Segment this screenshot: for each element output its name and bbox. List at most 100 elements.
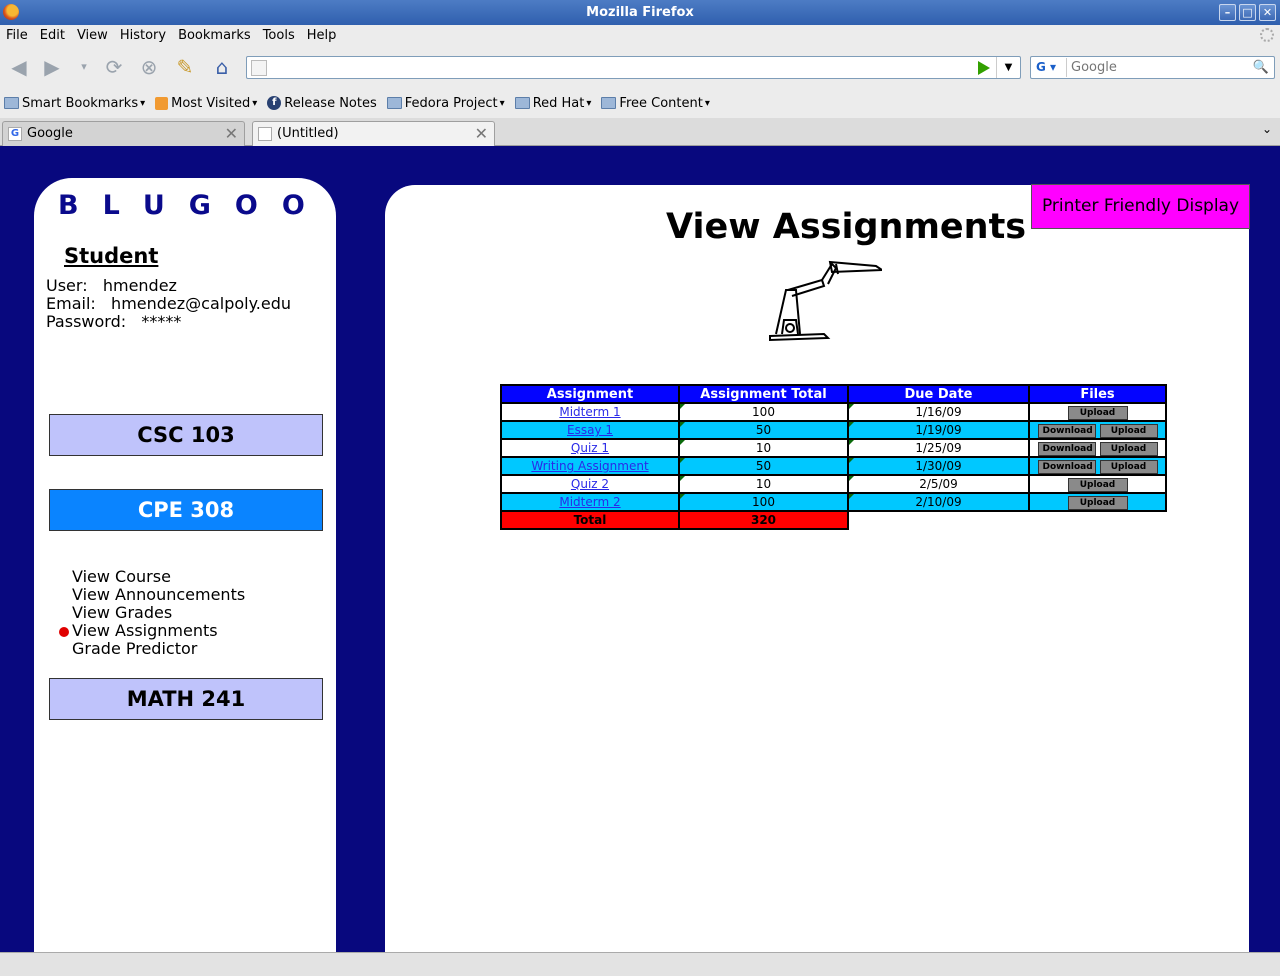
due-date-cell: 1/16/09 bbox=[847, 402, 1030, 422]
menu-bookmarks[interactable]: Bookmarks bbox=[172, 28, 257, 43]
reload-icon[interactable]: ⟳ bbox=[102, 55, 126, 79]
new-bookmark-icon[interactable]: ✎ bbox=[173, 55, 197, 79]
menu-file[interactable]: File bbox=[0, 28, 34, 43]
forward-icon[interactable]: ▶ bbox=[40, 55, 64, 79]
active-indicator-icon bbox=[59, 627, 69, 637]
header-files: Files bbox=[1028, 384, 1167, 404]
printer-friendly-button[interactable]: Printer Friendly Display bbox=[1031, 184, 1250, 229]
menu-tools[interactable]: Tools bbox=[257, 28, 301, 43]
menu-grade-predictor[interactable]: Grade Predictor bbox=[72, 640, 245, 658]
upload-button[interactable]: Upload bbox=[1067, 406, 1128, 420]
assignment-link[interactable]: Midterm 2 bbox=[559, 495, 620, 509]
history-dropdown-icon[interactable]: ▾ bbox=[72, 55, 96, 79]
assignment-link[interactable]: Writing Assignment bbox=[531, 459, 648, 473]
assignment-cell: Essay 1 bbox=[500, 420, 680, 440]
bookmark-release-notes[interactable]: f Release Notes bbox=[267, 96, 377, 111]
close-tab-icon[interactable]: ✕ bbox=[225, 122, 238, 145]
bookmark-red-hat[interactable]: Red Hat ▾ bbox=[514, 96, 592, 111]
menu-view-grades[interactable]: View Grades bbox=[72, 604, 245, 622]
go-arrow-icon[interactable] bbox=[978, 61, 990, 75]
download-button[interactable]: Download bbox=[1037, 460, 1096, 474]
assignment-cell: Writing Assignment bbox=[500, 456, 680, 476]
menu-view-course[interactable]: View Course bbox=[72, 568, 245, 586]
table-row: Midterm 2 100 2/10/09 Upload bbox=[500, 492, 1167, 512]
files-cell: Upload bbox=[1028, 492, 1167, 512]
close-window-button[interactable]: ✕ bbox=[1259, 4, 1276, 21]
assignment-cell: Midterm 1 bbox=[500, 402, 680, 422]
menu-edit[interactable]: Edit bbox=[34, 28, 71, 43]
header-due-date: Due Date bbox=[847, 384, 1030, 404]
password-label: Password: bbox=[46, 312, 127, 331]
maximize-button[interactable]: □ bbox=[1239, 4, 1256, 21]
table-row: Writing Assignment 50 1/30/09 Download Up… bbox=[500, 456, 1167, 476]
upload-button[interactable]: Upload bbox=[1067, 496, 1128, 510]
assignments-table: Assignment Assignment Total Due Date Fil… bbox=[500, 384, 1167, 530]
tab-strip: G Google ✕ (Untitled) ✕ ⌄ bbox=[0, 118, 1280, 147]
close-tab-icon[interactable]: ✕ bbox=[475, 122, 488, 145]
due-date-cell: 2/5/09 bbox=[847, 474, 1030, 494]
search-input[interactable] bbox=[1071, 59, 1251, 76]
total-cell: 10 bbox=[678, 438, 849, 458]
folder-icon bbox=[4, 97, 19, 109]
menu-view-assignments[interactable]: View Assignments bbox=[59, 622, 245, 640]
due-date-cell: 1/30/09 bbox=[847, 456, 1030, 476]
google-favicon-icon: G bbox=[8, 127, 22, 141]
course-button-math-241[interactable]: MATH 241 bbox=[49, 678, 323, 720]
site-identity-icon[interactable] bbox=[251, 60, 267, 76]
bookmark-fedora-project[interactable]: Fedora Project ▾ bbox=[386, 96, 505, 111]
course-button-cpe-308[interactable]: CPE 308 bbox=[49, 489, 323, 531]
blugoo-logo: BLUGOO bbox=[58, 190, 329, 221]
table-row: Quiz 2 10 2/5/09 Upload bbox=[500, 474, 1167, 494]
back-icon[interactable]: ◀ bbox=[7, 55, 31, 79]
window-titlebar: Mozilla Firefox – □ ✕ bbox=[0, 0, 1280, 25]
table-row: Essay 1 50 1/19/09 Download Upload bbox=[500, 420, 1167, 440]
upload-button[interactable]: Upload bbox=[1099, 424, 1158, 438]
menu-help[interactable]: Help bbox=[301, 28, 343, 43]
chevron-down-icon: ▾ bbox=[586, 97, 592, 109]
table-row: Midterm 1 100 1/16/09 Upload bbox=[500, 402, 1167, 422]
user-row: User: hmendez bbox=[46, 276, 177, 295]
assignment-link[interactable]: Essay 1 bbox=[567, 423, 613, 437]
list-all-tabs-icon[interactable]: ⌄ bbox=[1262, 122, 1272, 136]
home-icon[interactable]: ⌂ bbox=[210, 55, 234, 79]
assignment-link[interactable]: Quiz 2 bbox=[571, 477, 609, 491]
search-engine-selector[interactable]: G ▾ bbox=[1033, 58, 1067, 77]
upload-button[interactable]: Upload bbox=[1067, 478, 1128, 492]
stop-icon[interactable]: ⊗ bbox=[137, 55, 161, 79]
menu-history[interactable]: History bbox=[114, 28, 172, 43]
url-input[interactable] bbox=[273, 59, 973, 76]
email-value: hmendez@calpoly.edu bbox=[111, 294, 292, 313]
total-cell: 10 bbox=[678, 474, 849, 494]
address-bar[interactable]: ▼ bbox=[246, 56, 1021, 79]
search-bar[interactable]: G ▾ 🔍 bbox=[1030, 56, 1275, 79]
bookmark-smart-bookmarks[interactable]: Smart Bookmarks ▾ bbox=[4, 96, 145, 111]
bookmark-label: Smart Bookmarks bbox=[22, 95, 139, 111]
upload-button[interactable]: Upload bbox=[1099, 460, 1158, 474]
menu-view[interactable]: View bbox=[71, 28, 114, 43]
chevron-down-icon: ▾ bbox=[704, 97, 710, 109]
table-row: Quiz 1 10 1/25/09 Download Upload bbox=[500, 438, 1167, 458]
empty-cell bbox=[1029, 511, 1166, 529]
bookmark-most-visited[interactable]: Most Visited ▾ bbox=[155, 96, 257, 111]
assignment-link[interactable]: Quiz 1 bbox=[571, 441, 609, 455]
minimize-button[interactable]: – bbox=[1219, 4, 1236, 21]
bookmarks-toolbar: Smart Bookmarks ▾ Most Visited ▾ f Release … bbox=[0, 88, 1280, 118]
menu-bar: File Edit View History Bookmarks Tools H… bbox=[0, 25, 1280, 46]
page-favicon-icon bbox=[258, 127, 272, 141]
bookmark-free-content[interactable]: Free Content ▾ bbox=[601, 96, 710, 111]
header-assignment: Assignment bbox=[500, 384, 680, 404]
tab-google[interactable]: G Google ✕ bbox=[2, 121, 245, 146]
due-date-cell: 1/19/09 bbox=[847, 420, 1030, 440]
folder-icon bbox=[386, 97, 402, 109]
url-history-dropdown-icon[interactable]: ▼ bbox=[996, 57, 1020, 78]
upload-button[interactable]: Upload bbox=[1099, 442, 1158, 456]
files-cell: Download Upload bbox=[1028, 456, 1167, 476]
download-button[interactable]: Download bbox=[1037, 442, 1096, 456]
course-button-csc-103[interactable]: CSC 103 bbox=[49, 414, 323, 456]
window-title: Mozilla Firefox bbox=[586, 5, 694, 20]
tab-untitled[interactable]: (Untitled) ✕ bbox=[252, 121, 495, 147]
menu-view-announcements[interactable]: View Announcements bbox=[72, 586, 245, 604]
download-button[interactable]: Download bbox=[1037, 424, 1096, 438]
search-icon[interactable]: 🔍 bbox=[1253, 60, 1269, 75]
assignment-link[interactable]: Midterm 1 bbox=[559, 405, 620, 419]
